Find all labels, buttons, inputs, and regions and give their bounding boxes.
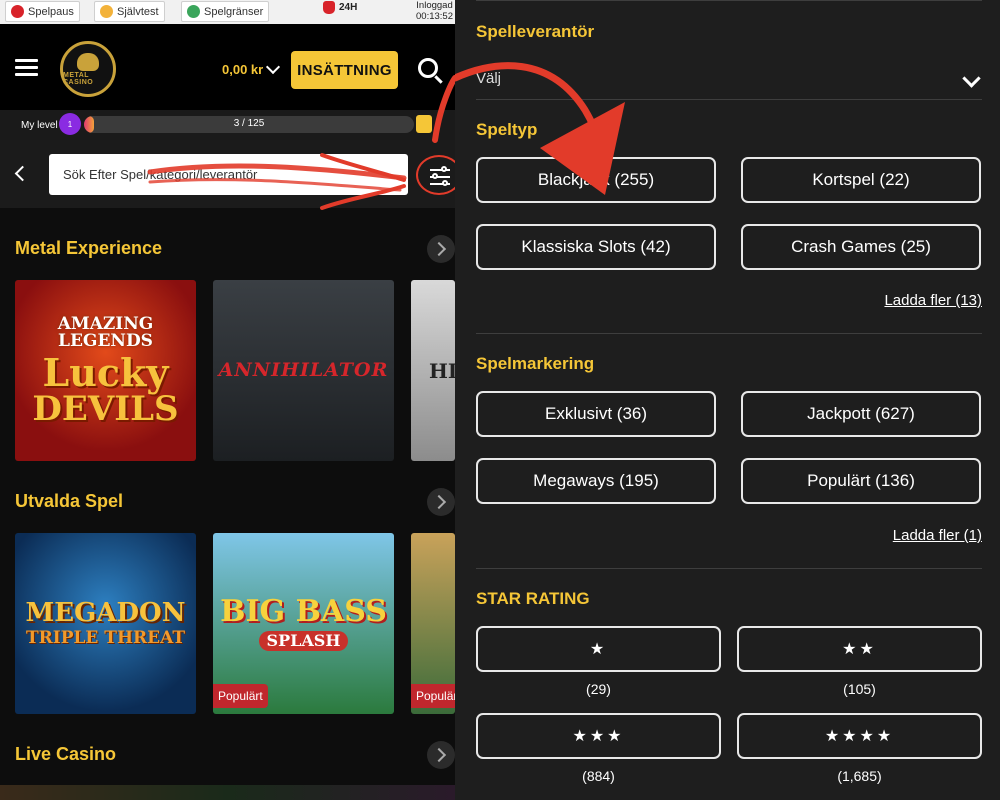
search-input[interactable] <box>49 154 408 195</box>
pause-icon <box>11 5 24 18</box>
game-tile-annihilator[interactable]: ANNIHILATOR <box>213 280 394 461</box>
balance[interactable]: 0,00 kr <box>222 62 263 77</box>
menu-icon[interactable] <box>15 59 38 77</box>
filter-jackpott[interactable]: Jackpott (627) <box>741 391 981 437</box>
rating-1-star[interactable]: ★ <box>476 626 721 672</box>
limits-icon <box>187 5 200 18</box>
filter-klassiska-slots[interactable]: Klassiska Slots (42) <box>476 224 716 270</box>
load-more-game-type[interactable]: Ladda fler (13) <box>884 292 982 309</box>
game-type-title: Speltyp <box>476 120 538 139</box>
section-title-live-casino: Live Casino <box>15 744 117 764</box>
filter-blackjack[interactable]: Blackjack (255) <box>476 157 716 203</box>
rating-3-count: (884) <box>582 768 615 784</box>
session-timer: Inloggad 00:13:52 <box>416 0 453 22</box>
chevron-right-icon[interactable] <box>427 741 455 769</box>
game-tile-partial[interactable]: HI <box>411 280 455 461</box>
rating-4-star[interactable]: ★★★★ <box>737 713 982 759</box>
gift-icon[interactable] <box>416 115 432 133</box>
level-label: My level <box>21 120 58 131</box>
filter-button[interactable] <box>416 155 455 195</box>
rating-1-count: (29) <box>586 681 611 697</box>
game-tile-megadon[interactable]: MEGADON TRIPLE THREAT <box>15 533 196 714</box>
app-header: METAL CASINO 0,00 kr INSÄTTNING <box>0 24 455 110</box>
game-tile-lucky-devils[interactable]: AMAZING LEGENDS Lucky DEVILS <box>15 280 196 461</box>
deposit-button[interactable]: INSÄTTNING <box>291 51 398 89</box>
level-badge: 1 <box>59 113 81 135</box>
provider-select-value[interactable]: Välj <box>476 70 501 87</box>
chevron-down-icon[interactable] <box>962 69 981 88</box>
spelpaus-button[interactable]: Spelpaus <box>5 1 80 22</box>
chevron-down-icon[interactable] <box>265 59 281 75</box>
popular-badge: Populär <box>411 684 455 708</box>
back-icon[interactable] <box>14 165 31 182</box>
filter-icon <box>430 169 450 171</box>
load-more-marking[interactable]: Ladda fler (1) <box>893 527 982 544</box>
filter-megaways[interactable]: Megaways (195) <box>476 458 716 504</box>
rating-3-star[interactable]: ★★★ <box>476 713 721 759</box>
rating-4-count: (1,685) <box>837 768 882 784</box>
spelgranser-button[interactable]: Spelgränser <box>181 1 270 22</box>
casino-logo[interactable]: METAL CASINO <box>60 41 116 97</box>
chevron-right-icon[interactable] <box>427 235 455 263</box>
sjalvtest-button[interactable]: Självtest <box>94 1 165 22</box>
filter-popular[interactable]: Populärt (136) <box>741 458 981 504</box>
rating-2-count: (105) <box>843 681 876 697</box>
live-casino-strip <box>0 785 455 800</box>
skull-icon <box>77 52 99 71</box>
age-limit: 24H <box>323 1 357 14</box>
gauge-icon <box>100 5 113 18</box>
hand-icon <box>323 1 335 14</box>
search-icon[interactable] <box>418 58 438 78</box>
game-tile-partial[interactable]: Populär <box>411 533 455 714</box>
filter-crash-games[interactable]: Crash Games (25) <box>741 224 981 270</box>
rating-2-star[interactable]: ★★ <box>737 626 982 672</box>
game-tile-big-bass-splash[interactable]: BIG BASS SPLASH Populärt <box>213 533 394 714</box>
level-progress-text: 3 / 125 <box>233 118 265 129</box>
level-progress: 3 / 125 <box>84 116 414 133</box>
marking-title: Spelmarkering <box>476 354 595 373</box>
search-row <box>0 140 455 208</box>
responsible-gaming-bar: Spelpaus Självtest Spelgränser 24H Inlog… <box>0 0 455 24</box>
section-title-utvalda-spel: Utvalda Spel <box>15 491 124 511</box>
section-title-metal-experience: Metal Experience <box>15 238 163 258</box>
casino-app: Spelpaus Självtest Spelgränser 24H Inlog… <box>0 0 455 800</box>
popular-badge: Populärt <box>213 684 268 708</box>
level-bar: My level 1 3 / 125 <box>0 110 455 140</box>
star-rating-title: STAR RATING <box>476 589 590 608</box>
filter-panel: Spelleverantör Välj Speltyp Blackjack (2… <box>455 0 1000 800</box>
provider-title: Spelleverantör <box>476 22 595 41</box>
filter-exklusivt[interactable]: Exklusivt (36) <box>476 391 716 437</box>
filter-kortspel[interactable]: Kortspel (22) <box>741 157 981 203</box>
chevron-right-icon[interactable] <box>427 488 455 516</box>
